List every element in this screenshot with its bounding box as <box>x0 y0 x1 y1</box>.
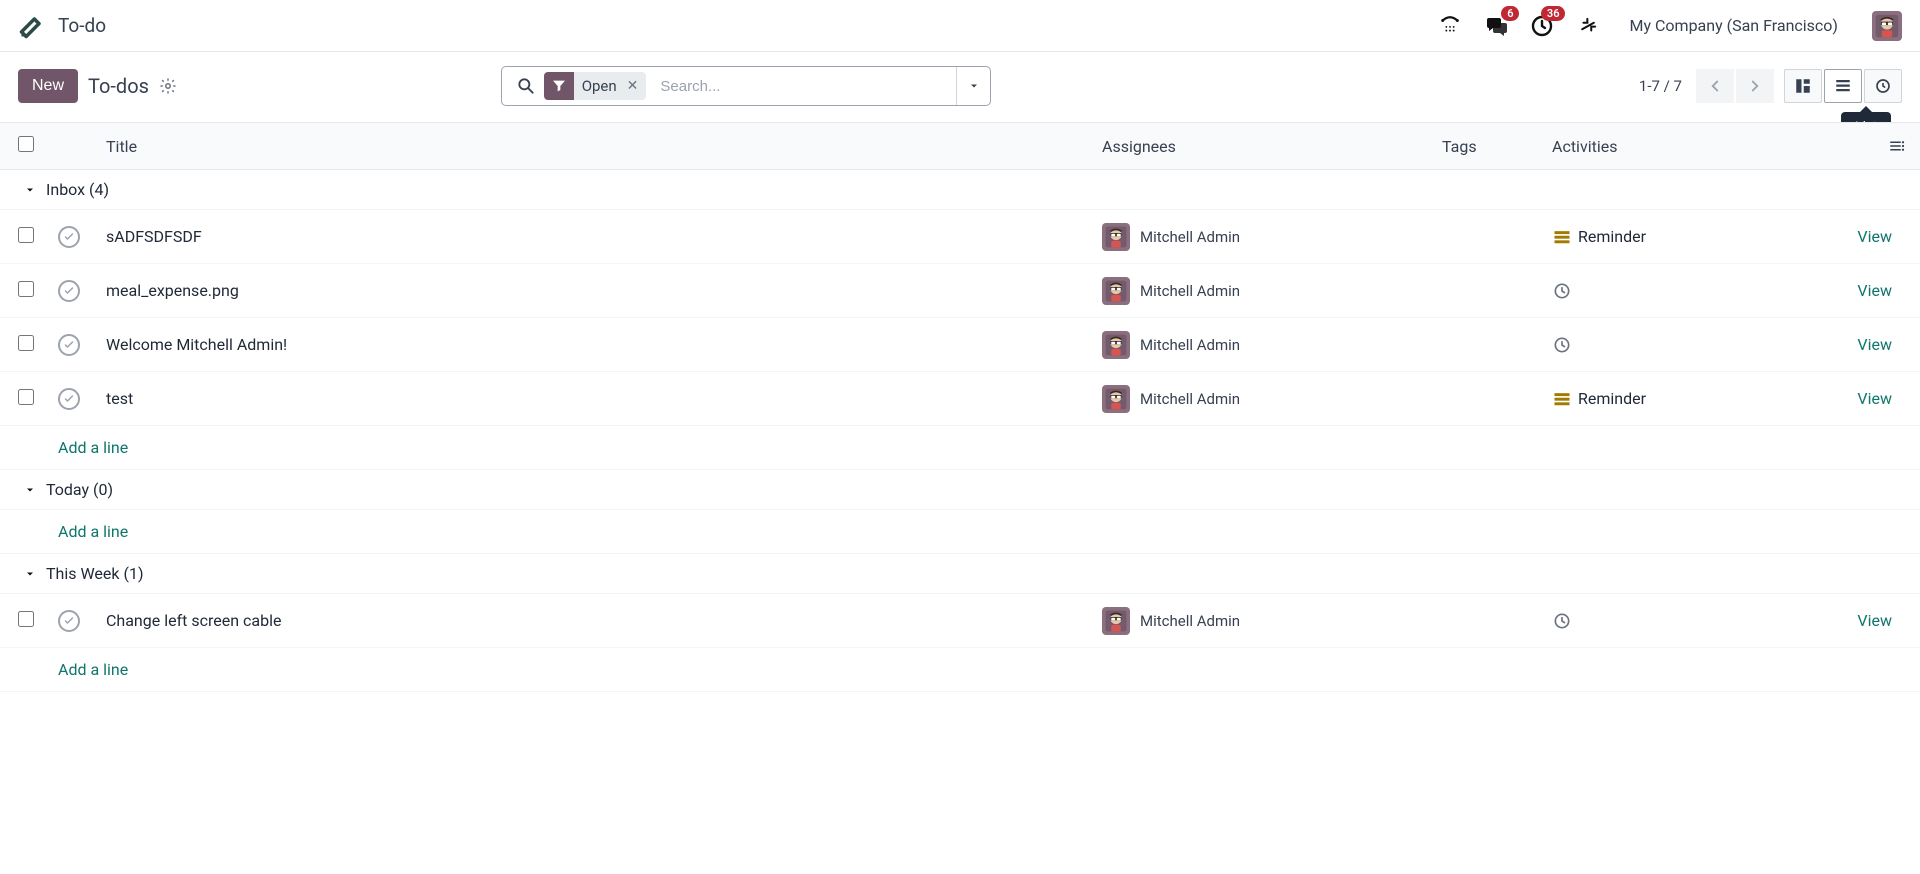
company-selector[interactable]: My Company (San Francisco) <box>1629 16 1838 35</box>
column-options-icon[interactable] <box>1888 137 1906 155</box>
view-link[interactable]: View <box>1857 389 1892 408</box>
state-toggle[interactable] <box>58 388 80 410</box>
caret-down-icon <box>24 184 36 196</box>
search-icon[interactable] <box>516 76 536 96</box>
table-row[interactable]: Change left screen cable Mitchell Admin … <box>0 594 1920 648</box>
activity-reminder[interactable]: Reminder <box>1552 389 1822 409</box>
assignee-name: Mitchell Admin <box>1140 336 1240 354</box>
gear-icon[interactable] <box>159 77 177 95</box>
filter-chip-open[interactable]: Open ✕ <box>544 72 647 100</box>
assignee-avatar[interactable] <box>1102 331 1130 359</box>
todo-grid: Title Assignees Tags Activities Inbox (4… <box>0 122 1920 692</box>
new-button[interactable]: New <box>18 69 78 103</box>
state-toggle[interactable] <box>58 226 80 248</box>
col-title[interactable]: Title <box>102 137 1102 156</box>
activity-clock-icon[interactable] <box>1552 281 1822 301</box>
group-this-week[interactable]: This Week (1) <box>0 554 1920 594</box>
top-nav: To-do 6 36 My Company (San Francisco) <box>0 0 1920 52</box>
row-checkbox[interactable] <box>18 335 34 351</box>
app-logo-icon[interactable] <box>18 12 46 40</box>
breadcrumb[interactable]: To-dos <box>88 74 149 98</box>
add-line-row: Add a line <box>0 510 1920 554</box>
pager-prev-button[interactable] <box>1696 69 1734 103</box>
activity-clock-icon[interactable] <box>1552 335 1822 355</box>
assignee-avatar[interactable] <box>1102 385 1130 413</box>
reminder-icon <box>1552 389 1572 409</box>
view-kanban-button[interactable] <box>1784 69 1822 103</box>
debug-icon[interactable] <box>1575 13 1601 39</box>
pager-text[interactable]: 1-7 / 7 <box>1639 77 1682 95</box>
activity-reminder[interactable]: Reminder <box>1552 227 1822 247</box>
user-avatar[interactable] <box>1872 11 1902 41</box>
table-row[interactable]: Welcome Mitchell Admin! Mitchell Admin V… <box>0 318 1920 372</box>
select-all-checkbox[interactable] <box>18 136 34 152</box>
funnel-icon <box>544 72 574 100</box>
activity-label: Reminder <box>1578 389 1646 408</box>
assignee-avatar[interactable] <box>1102 223 1130 251</box>
row-checkbox[interactable] <box>18 227 34 243</box>
view-activity-button[interactable] <box>1864 69 1902 103</box>
add-line-row: Add a line <box>0 426 1920 470</box>
app-title[interactable]: To-do <box>58 14 106 37</box>
assignee-name: Mitchell Admin <box>1140 228 1240 246</box>
search-input[interactable] <box>656 67 956 105</box>
state-toggle[interactable] <box>58 280 80 302</box>
assignee-avatar[interactable] <box>1102 607 1130 635</box>
pager-next-button[interactable] <box>1736 69 1774 103</box>
group-today[interactable]: Today (0) <box>0 470 1920 510</box>
search-dropdown-toggle[interactable] <box>956 67 990 105</box>
add-line-link[interactable]: Add a line <box>58 438 128 457</box>
assignee-name: Mitchell Admin <box>1140 282 1240 300</box>
view-link[interactable]: View <box>1857 227 1892 246</box>
topnav-icons: 6 36 My Company (San Francisco) <box>1437 11 1902 41</box>
row-checkbox[interactable] <box>18 281 34 297</box>
state-toggle[interactable] <box>58 610 80 632</box>
assignee-name: Mitchell Admin <box>1140 390 1240 408</box>
activity-clock-icon[interactable] <box>1552 611 1822 631</box>
assignee-name: Mitchell Admin <box>1140 612 1240 630</box>
view-link[interactable]: View <box>1857 281 1892 300</box>
search-box: Open ✕ <box>501 66 992 106</box>
group-inbox-label: Inbox (4) <box>46 180 109 199</box>
row-title: meal_expense.png <box>106 281 239 300</box>
messages-icon[interactable]: 6 <box>1483 13 1509 39</box>
row-checkbox[interactable] <box>18 611 34 627</box>
table-row[interactable]: sADFSDFSDF Mitchell Admin Reminder View <box>0 210 1920 264</box>
filter-chip-remove[interactable]: ✕ <box>625 78 647 94</box>
state-toggle[interactable] <box>58 334 80 356</box>
view-switcher: List <box>1784 69 1902 103</box>
group-inbox[interactable]: Inbox (4) <box>0 170 1920 210</box>
view-link[interactable]: View <box>1857 335 1892 354</box>
row-checkbox[interactable] <box>18 389 34 405</box>
activity-label: Reminder <box>1578 227 1646 246</box>
row-title: Welcome Mitchell Admin! <box>106 335 287 354</box>
row-title: Change left screen cable <box>106 611 281 630</box>
row-title: sADFSDFSDF <box>106 227 202 246</box>
grid-header: Title Assignees Tags Activities <box>0 122 1920 170</box>
messages-badge: 6 <box>1501 6 1519 21</box>
caret-down-icon <box>24 568 36 580</box>
phone-icon[interactable] <box>1437 13 1463 39</box>
assignee-avatar[interactable] <box>1102 277 1130 305</box>
view-list-button[interactable]: List <box>1824 69 1862 103</box>
table-row[interactable]: test Mitchell Admin Reminder View <box>0 372 1920 426</box>
add-line-link[interactable]: Add a line <box>58 522 128 541</box>
add-line-link[interactable]: Add a line <box>58 660 128 679</box>
view-link[interactable]: View <box>1857 611 1892 630</box>
table-row[interactable]: meal_expense.png Mitchell Admin View <box>0 264 1920 318</box>
row-title: test <box>106 389 133 408</box>
group-this-week-label: This Week (1) <box>46 564 144 583</box>
add-line-row: Add a line <box>0 648 1920 692</box>
filter-chip-label: Open <box>574 77 625 95</box>
col-assignees[interactable]: Assignees <box>1102 137 1442 156</box>
activities-icon[interactable]: 36 <box>1529 13 1555 39</box>
control-bar: New To-dos Open ✕ 1-7 / 7 List <box>0 52 1920 122</box>
col-activities[interactable]: Activities <box>1552 137 1822 156</box>
col-tags[interactable]: Tags <box>1442 137 1552 156</box>
activities-badge: 36 <box>1541 6 1566 21</box>
reminder-icon <box>1552 227 1572 247</box>
group-today-label: Today (0) <box>46 480 113 499</box>
caret-down-icon <box>24 484 36 496</box>
